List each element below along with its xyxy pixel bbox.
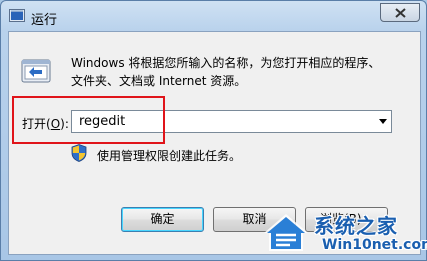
description-line-1: Windows 将根据您所输入的名称，为您打开相应的程序、: [71, 56, 381, 70]
run-app-icon: [9, 9, 25, 22]
description-line-2: 文件夹、文档或 Internet 资源。: [71, 74, 247, 88]
ok-button[interactable]: 确定: [121, 207, 204, 232]
close-button[interactable]: [380, 3, 420, 22]
description: Windows 将根据您所输入的名称，为您打开相应的程序、 文件夹、文档或 In…: [71, 54, 411, 90]
watermark-title: 系统之家: [314, 214, 398, 238]
watermark-logo-icon: [264, 214, 308, 251]
watermark: 系统之家 Win10net.com: [256, 209, 427, 261]
close-icon: [395, 8, 406, 18]
dropdown-arrow-icon[interactable]: [379, 119, 387, 124]
window-title: 运行: [31, 13, 58, 28]
run-icon: [21, 59, 51, 83]
uac-shield-icon: [71, 144, 87, 162]
highlight-box: [12, 96, 165, 144]
watermark-url: Win10net.com: [322, 237, 427, 253]
admin-note: 使用管理权限创建此任务。: [97, 149, 242, 163]
title-bar[interactable]: 运行: [1, 1, 426, 31]
